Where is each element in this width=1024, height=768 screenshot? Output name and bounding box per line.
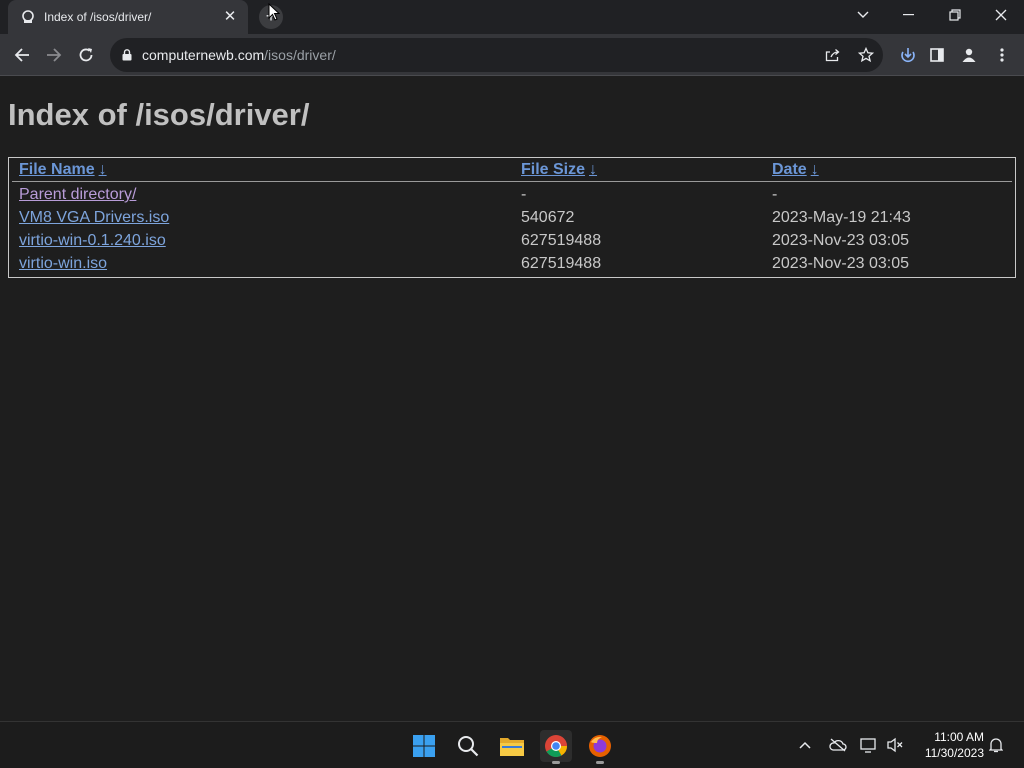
clock-date: 11/30/2023 [924, 746, 984, 760]
page-title: Index of /isos/driver/ [8, 97, 310, 132]
file-link[interactable]: VM8 VGA Drivers.iso [19, 209, 169, 226]
sort-arrow-icon: ↓ [810, 161, 819, 178]
profile-avatar-icon[interactable] [954, 40, 984, 70]
tray-overflow-chevron-icon[interactable] [795, 735, 815, 755]
table-row-name: virtio-win-0.1.240.iso [19, 232, 166, 250]
tab-active[interactable]: Index of /isos/driver/ ✕ [8, 0, 248, 34]
table-row-size: 540672 [521, 209, 575, 226]
volume-muted-icon[interactable] [885, 735, 905, 755]
chrome-icon[interactable] [540, 730, 572, 764]
url-text[interactable]: computernewb.com/isos/driver/ [142, 47, 336, 63]
file-listing-table: File Name ↓ File Size ↓ Date ↓ Parent direc… [8, 157, 1016, 278]
running-indicator [552, 761, 560, 764]
table-row-name: VM8 VGA Drivers.iso [19, 209, 169, 227]
running-indicator [596, 761, 604, 764]
extension-download-icon[interactable] [893, 40, 923, 70]
firefox-icon[interactable] [584, 730, 616, 764]
tab-search-chevron-icon[interactable] [840, 0, 886, 30]
back-arrow-icon[interactable] [7, 40, 37, 70]
header-divider [12, 181, 1012, 182]
table-row-date: 2023-May-19 21:43 [772, 209, 911, 226]
url-host: computernewb.com [142, 47, 265, 63]
column-header-file-size[interactable]: File Size ↓ [521, 161, 597, 179]
url-path: /isos/driver/ [264, 47, 336, 63]
sort-arrow-icon: ↓ [589, 161, 598, 178]
tab-close-icon[interactable]: ✕ [222, 9, 238, 25]
file-link[interactable]: virtio-win-0.1.240.iso [19, 232, 166, 249]
side-panel-icon[interactable] [922, 40, 952, 70]
table-row-name: Parent directory/ [19, 186, 136, 204]
file-link[interactable]: virtio-win.iso [19, 255, 107, 272]
tab-title: Index of /isos/driver/ [44, 10, 152, 24]
network-icon[interactable] [859, 735, 879, 755]
column-header-file-name[interactable]: File Name ↓ [19, 161, 107, 179]
file-explorer-icon[interactable] [496, 730, 528, 762]
browser-toolbar: computernewb.com/isos/driver/ [0, 34, 1024, 76]
share-icon[interactable] [822, 44, 844, 66]
column-header-label: File Size [521, 161, 586, 178]
table-row-date: 2023-Nov-23 03:05 [772, 232, 909, 249]
mouse-cursor-icon [268, 3, 280, 21]
column-header-label: File Name [19, 161, 95, 178]
parent-directory-link[interactable]: Parent directory/ [19, 186, 136, 203]
tab-strip: Index of /isos/driver/ ✕ + [0, 0, 1024, 34]
reload-icon[interactable] [71, 40, 101, 70]
table-row-date: 2023-Nov-23 03:05 [772, 255, 909, 272]
search-icon[interactable] [452, 730, 484, 762]
clock-time: 11:00 AM [934, 730, 984, 744]
notification-bell-icon[interactable] [986, 735, 1006, 755]
menu-kebab-icon[interactable] [987, 40, 1017, 70]
table-row-size: 627519488 [521, 255, 602, 272]
column-header-date[interactable]: Date ↓ [772, 161, 819, 179]
forward-arrow-icon[interactable] [39, 40, 69, 70]
table-row-size: 627519488 [521, 232, 602, 249]
column-header-label: Date [772, 161, 807, 178]
restore-icon[interactable] [932, 0, 978, 30]
address-bar[interactable]: computernewb.com/isos/driver/ [110, 38, 883, 72]
minimize-icon[interactable] [886, 0, 932, 30]
site-favicon-icon [20, 9, 36, 25]
close-window-icon[interactable] [978, 0, 1024, 30]
page-content: Index of /isos/driver/ File Name ↓ File S… [0, 77, 1024, 721]
onedrive-offline-icon[interactable] [828, 735, 848, 755]
bookmark-star-icon[interactable] [855, 44, 877, 66]
table-row-size: - [521, 186, 527, 203]
start-icon[interactable] [408, 730, 440, 762]
system-clock[interactable]: 11:00 AM 11/30/2023 [916, 729, 984, 761]
sort-arrow-icon: ↓ [98, 161, 107, 178]
lock-icon[interactable] [120, 48, 134, 62]
table-row-name: virtio-win.iso [19, 255, 107, 273]
table-row-date: - [772, 186, 778, 203]
taskbar: 11:00 AM 11/30/2023 [0, 721, 1024, 768]
